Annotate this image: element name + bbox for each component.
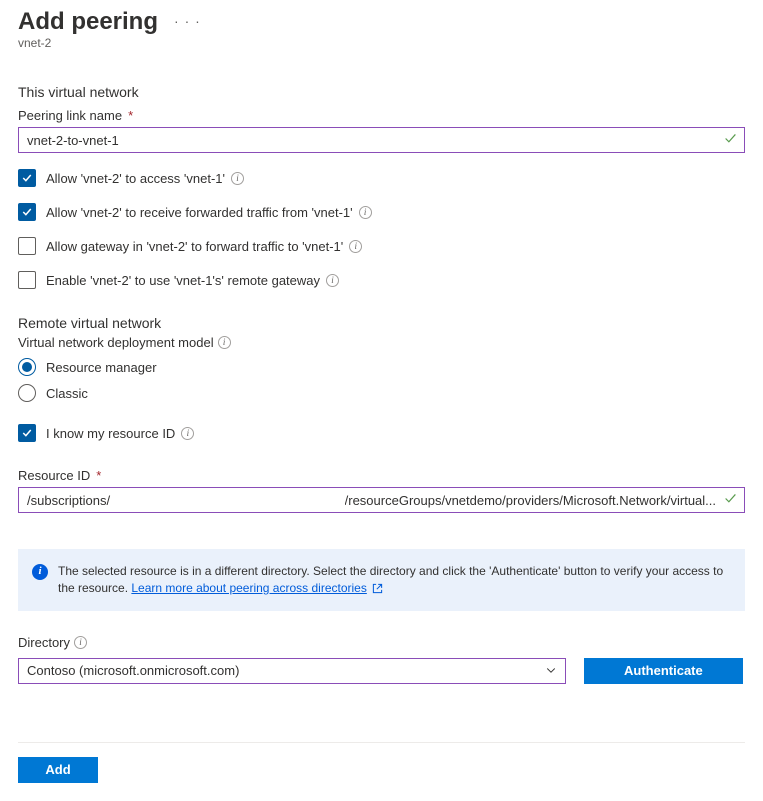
use-remote-gateway-checkbox[interactable] xyxy=(18,271,36,289)
info-icon[interactable]: i xyxy=(326,274,339,287)
directory-dropdown[interactable]: Contoso (microsoft.onmicrosoft.com) xyxy=(18,658,566,684)
allow-gateway-checkbox[interactable] xyxy=(18,237,36,255)
allow-access-checkbox[interactable] xyxy=(18,169,36,187)
directory-selected-value: Contoso (microsoft.onmicrosoft.com) xyxy=(27,663,239,678)
directory-label: Directory i xyxy=(18,635,745,650)
know-resource-id-label: I know my resource ID xyxy=(46,426,175,441)
info-icon[interactable]: i xyxy=(349,240,362,253)
allow-gateway-label: Allow gateway in 'vnet-2' to forward tra… xyxy=(46,239,343,254)
info-icon[interactable]: i xyxy=(74,636,87,649)
classic-label: Classic xyxy=(46,386,88,401)
resource-id-input[interactable]: /subscriptions/ /resourceGroups/vnetdemo… xyxy=(18,487,745,513)
required-asterisk: * xyxy=(128,108,133,123)
use-remote-gateway-label: Enable 'vnet-2' to use 'vnet-1's' remote… xyxy=(46,273,320,288)
authenticate-button[interactable]: Authenticate xyxy=(584,658,743,684)
page-subtitle: vnet-2 xyxy=(18,36,745,50)
resource-manager-label: Resource manager xyxy=(46,360,157,375)
allow-access-label: Allow 'vnet-2' to access 'vnet-1' xyxy=(46,171,225,186)
info-icon[interactable]: i xyxy=(218,336,231,349)
know-resource-id-checkbox[interactable] xyxy=(18,424,36,442)
allow-forwarded-checkbox[interactable] xyxy=(18,203,36,221)
resource-id-label: Resource ID* xyxy=(18,468,745,483)
more-icon[interactable]: · · · xyxy=(174,13,201,31)
directory-info-banner: i The selected resource is in a differen… xyxy=(18,549,745,611)
required-asterisk: * xyxy=(96,468,101,483)
learn-more-link[interactable]: Learn more about peering across director… xyxy=(131,581,366,595)
info-icon[interactable]: i xyxy=(359,206,372,219)
page-title: Add peering xyxy=(18,8,158,36)
allow-forwarded-label: Allow 'vnet-2' to receive forwarded traf… xyxy=(46,205,353,220)
peering-link-name-label: Peering link name* xyxy=(18,108,745,123)
this-vnet-section-label: This virtual network xyxy=(18,84,745,100)
deployment-model-label: Virtual network deployment model i xyxy=(18,335,745,350)
chevron-down-icon xyxy=(545,663,557,679)
external-link-icon xyxy=(372,581,383,595)
peering-link-name-input[interactable] xyxy=(18,127,745,153)
resource-manager-radio[interactable] xyxy=(18,358,36,376)
info-icon[interactable]: i xyxy=(231,172,244,185)
info-icon[interactable]: i xyxy=(181,427,194,440)
classic-radio[interactable] xyxy=(18,384,36,402)
add-button[interactable]: Add xyxy=(18,757,98,783)
remote-vnet-section-label: Remote virtual network xyxy=(18,315,745,331)
info-filled-icon: i xyxy=(32,564,48,580)
